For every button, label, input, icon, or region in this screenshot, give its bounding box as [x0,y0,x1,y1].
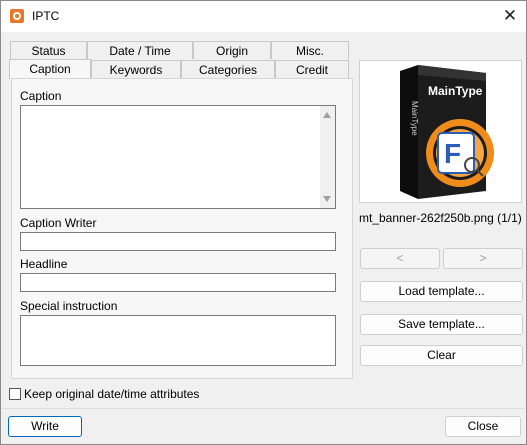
load-template-button[interactable]: Load template... [360,281,523,302]
tab-status[interactable]: Status [10,41,87,59]
close-icon[interactable]: ✕ [498,5,522,27]
close-button[interactable]: Close [445,416,521,437]
separator [2,408,525,409]
special-instruction-textarea[interactable] [20,315,336,366]
tab-date-time[interactable]: Date / Time [87,41,193,59]
tab-misc[interactable]: Misc. [271,41,349,59]
image-filename: mt_banner-262f250b.png (1/1) [359,211,522,225]
tab-origin[interactable]: Origin [193,41,271,59]
caption-panel: Caption Caption Writer Headline Special … [11,78,353,379]
clear-button[interactable]: Clear [360,345,523,366]
save-template-button[interactable]: Save template... [360,314,523,335]
caption-label: Caption [20,89,62,103]
caption-scrollbar[interactable] [320,106,335,208]
tab-keywords[interactable]: Keywords [91,60,181,78]
headline-label: Headline [20,257,68,271]
title-bar: IPTC ✕ [1,1,526,32]
next-image-button[interactable]: > [443,248,523,269]
headline-field[interactable] [20,273,336,292]
keep-dates-checkbox[interactable] [9,388,21,400]
write-button[interactable]: Write [8,416,82,437]
tab-categories[interactable]: Categories [181,60,275,78]
tab-credit[interactable]: Credit [275,60,349,78]
keep-dates-label: Keep original date/time attributes [24,387,200,401]
caption-writer-label: Caption Writer [20,216,97,230]
tab-caption[interactable]: Caption [9,59,91,79]
box-letter-text: F [444,138,461,169]
scroll-down-icon[interactable] [323,196,331,202]
caption-textarea[interactable] [20,105,336,209]
box-brand-text: MainType [428,84,483,98]
product-box-image: MainType MainType F [400,65,494,199]
image-preview: MainType MainType F [359,60,522,203]
iptc-dialog: IPTC ✕ Status Date / Time Origin Misc. C… [0,0,527,445]
box-spine-text: MainType [410,101,419,136]
scroll-up-icon[interactable] [323,112,331,118]
app-icon [10,9,24,23]
special-instruction-label: Special instruction [20,299,118,313]
window-title: IPTC [32,9,60,23]
prev-image-button[interactable]: < [360,248,440,269]
caption-writer-field[interactable] [20,232,336,251]
